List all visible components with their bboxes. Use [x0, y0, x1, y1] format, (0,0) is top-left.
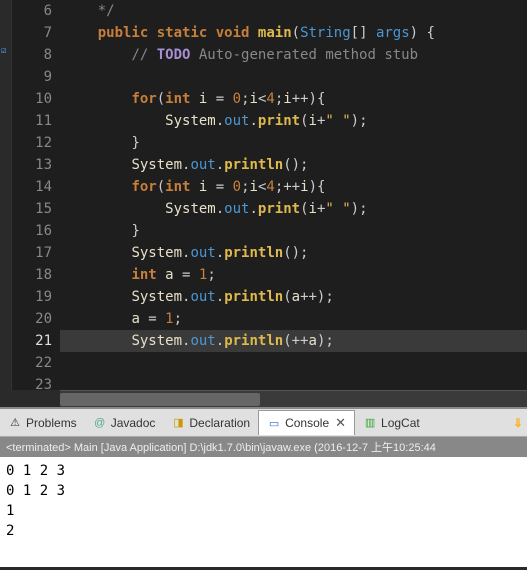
line-number: 15: [12, 198, 52, 220]
tab-declaration[interactable]: ◨ Declaration: [163, 412, 258, 434]
console-line: 0 1 2 3: [6, 461, 521, 481]
code-line[interactable]: int a = 1;: [60, 264, 527, 286]
declaration-icon: ◨: [171, 416, 185, 430]
console-output[interactable]: 0 1 2 3 0 1 2 3 12: [0, 457, 527, 567]
console-line: 0 1 2 3: [6, 481, 521, 501]
tab-label: Problems: [26, 416, 77, 430]
console-status: <terminated> Main [Java Application] D:\…: [0, 437, 527, 457]
line-number: 20: [12, 308, 52, 330]
line-number: 19: [12, 286, 52, 308]
tab-console[interactable]: ▭ Console ✕: [258, 410, 355, 435]
tab-label: Declaration: [189, 416, 250, 430]
code-line[interactable]: System.out.println(a++);: [60, 286, 527, 308]
line-number: 16: [12, 220, 52, 242]
line-number: 11: [12, 110, 52, 132]
tab-label: Javadoc: [111, 416, 156, 430]
code-line[interactable]: [60, 374, 527, 390]
code-line[interactable]: System.out.print(i+" ");: [60, 198, 527, 220]
close-icon[interactable]: ✕: [335, 415, 346, 431]
code-line[interactable]: a = 1;: [60, 308, 527, 330]
problems-icon: ⚠: [8, 416, 22, 430]
javadoc-icon: @: [93, 416, 107, 430]
overflow-indicator-icon[interactable]: ⇓: [509, 416, 527, 430]
tab-logcat[interactable]: ▥ LogCat: [355, 412, 428, 434]
line-number: 10: [12, 88, 52, 110]
code-line[interactable]: }: [60, 132, 527, 154]
console-line: 1: [6, 501, 521, 521]
code-line[interactable]: System.out.print(i+" ");: [60, 110, 527, 132]
line-number: 22: [12, 352, 52, 374]
code-line[interactable]: [60, 352, 527, 374]
code-line[interactable]: [60, 66, 527, 88]
console-icon: ▭: [267, 416, 281, 430]
code-line[interactable]: */: [60, 0, 527, 22]
code-line[interactable]: System.out.println();: [60, 242, 527, 264]
code-line[interactable]: // TODO Auto-generated method stub: [60, 44, 527, 66]
task-marker-icon[interactable]: ☑: [1, 46, 11, 56]
code-line[interactable]: for(int i = 0;i<4;i++){: [60, 88, 527, 110]
panel-tabs: ⚠ Problems @ Javadoc ◨ Declaration ▭ Con…: [0, 409, 527, 437]
code-line[interactable]: for(int i = 0;i<4;++i){: [60, 176, 527, 198]
tab-problems[interactable]: ⚠ Problems: [0, 412, 85, 434]
line-number: 21: [12, 330, 52, 352]
line-number: 14: [12, 176, 52, 198]
code-content[interactable]: */ public static void main(String[] args…: [60, 0, 527, 390]
scrollbar-thumb[interactable]: [60, 393, 260, 406]
horizontal-scrollbar[interactable]: [60, 390, 527, 407]
tab-label: LogCat: [381, 416, 420, 430]
bottom-panel: ⚠ Problems @ Javadoc ◨ Declaration ▭ Con…: [0, 407, 527, 567]
marker-column: ☑: [0, 0, 12, 390]
console-line: 2: [6, 521, 521, 541]
code-line[interactable]: System.out.println();: [60, 154, 527, 176]
line-number: 23: [12, 374, 52, 396]
line-number: 7: [12, 22, 52, 44]
code-line[interactable]: }: [60, 220, 527, 242]
tab-javadoc[interactable]: @ Javadoc: [85, 412, 164, 434]
line-number: 18: [12, 264, 52, 286]
code-line[interactable]: System.out.println(++a);: [60, 330, 527, 352]
code-line[interactable]: public static void main(String[] args) {: [60, 22, 527, 44]
logcat-icon: ▥: [363, 416, 377, 430]
line-number: 12: [12, 132, 52, 154]
line-number: 8: [12, 44, 52, 66]
line-number: 17: [12, 242, 52, 264]
tab-label: Console: [285, 416, 329, 430]
line-number: 6: [12, 0, 52, 22]
line-number-gutter: 67891011121314151617181920212223: [12, 0, 60, 390]
line-number: 13: [12, 154, 52, 176]
code-editor[interactable]: ☑ 67891011121314151617181920212223 */ pu…: [0, 0, 527, 390]
line-number: 9: [12, 66, 52, 88]
